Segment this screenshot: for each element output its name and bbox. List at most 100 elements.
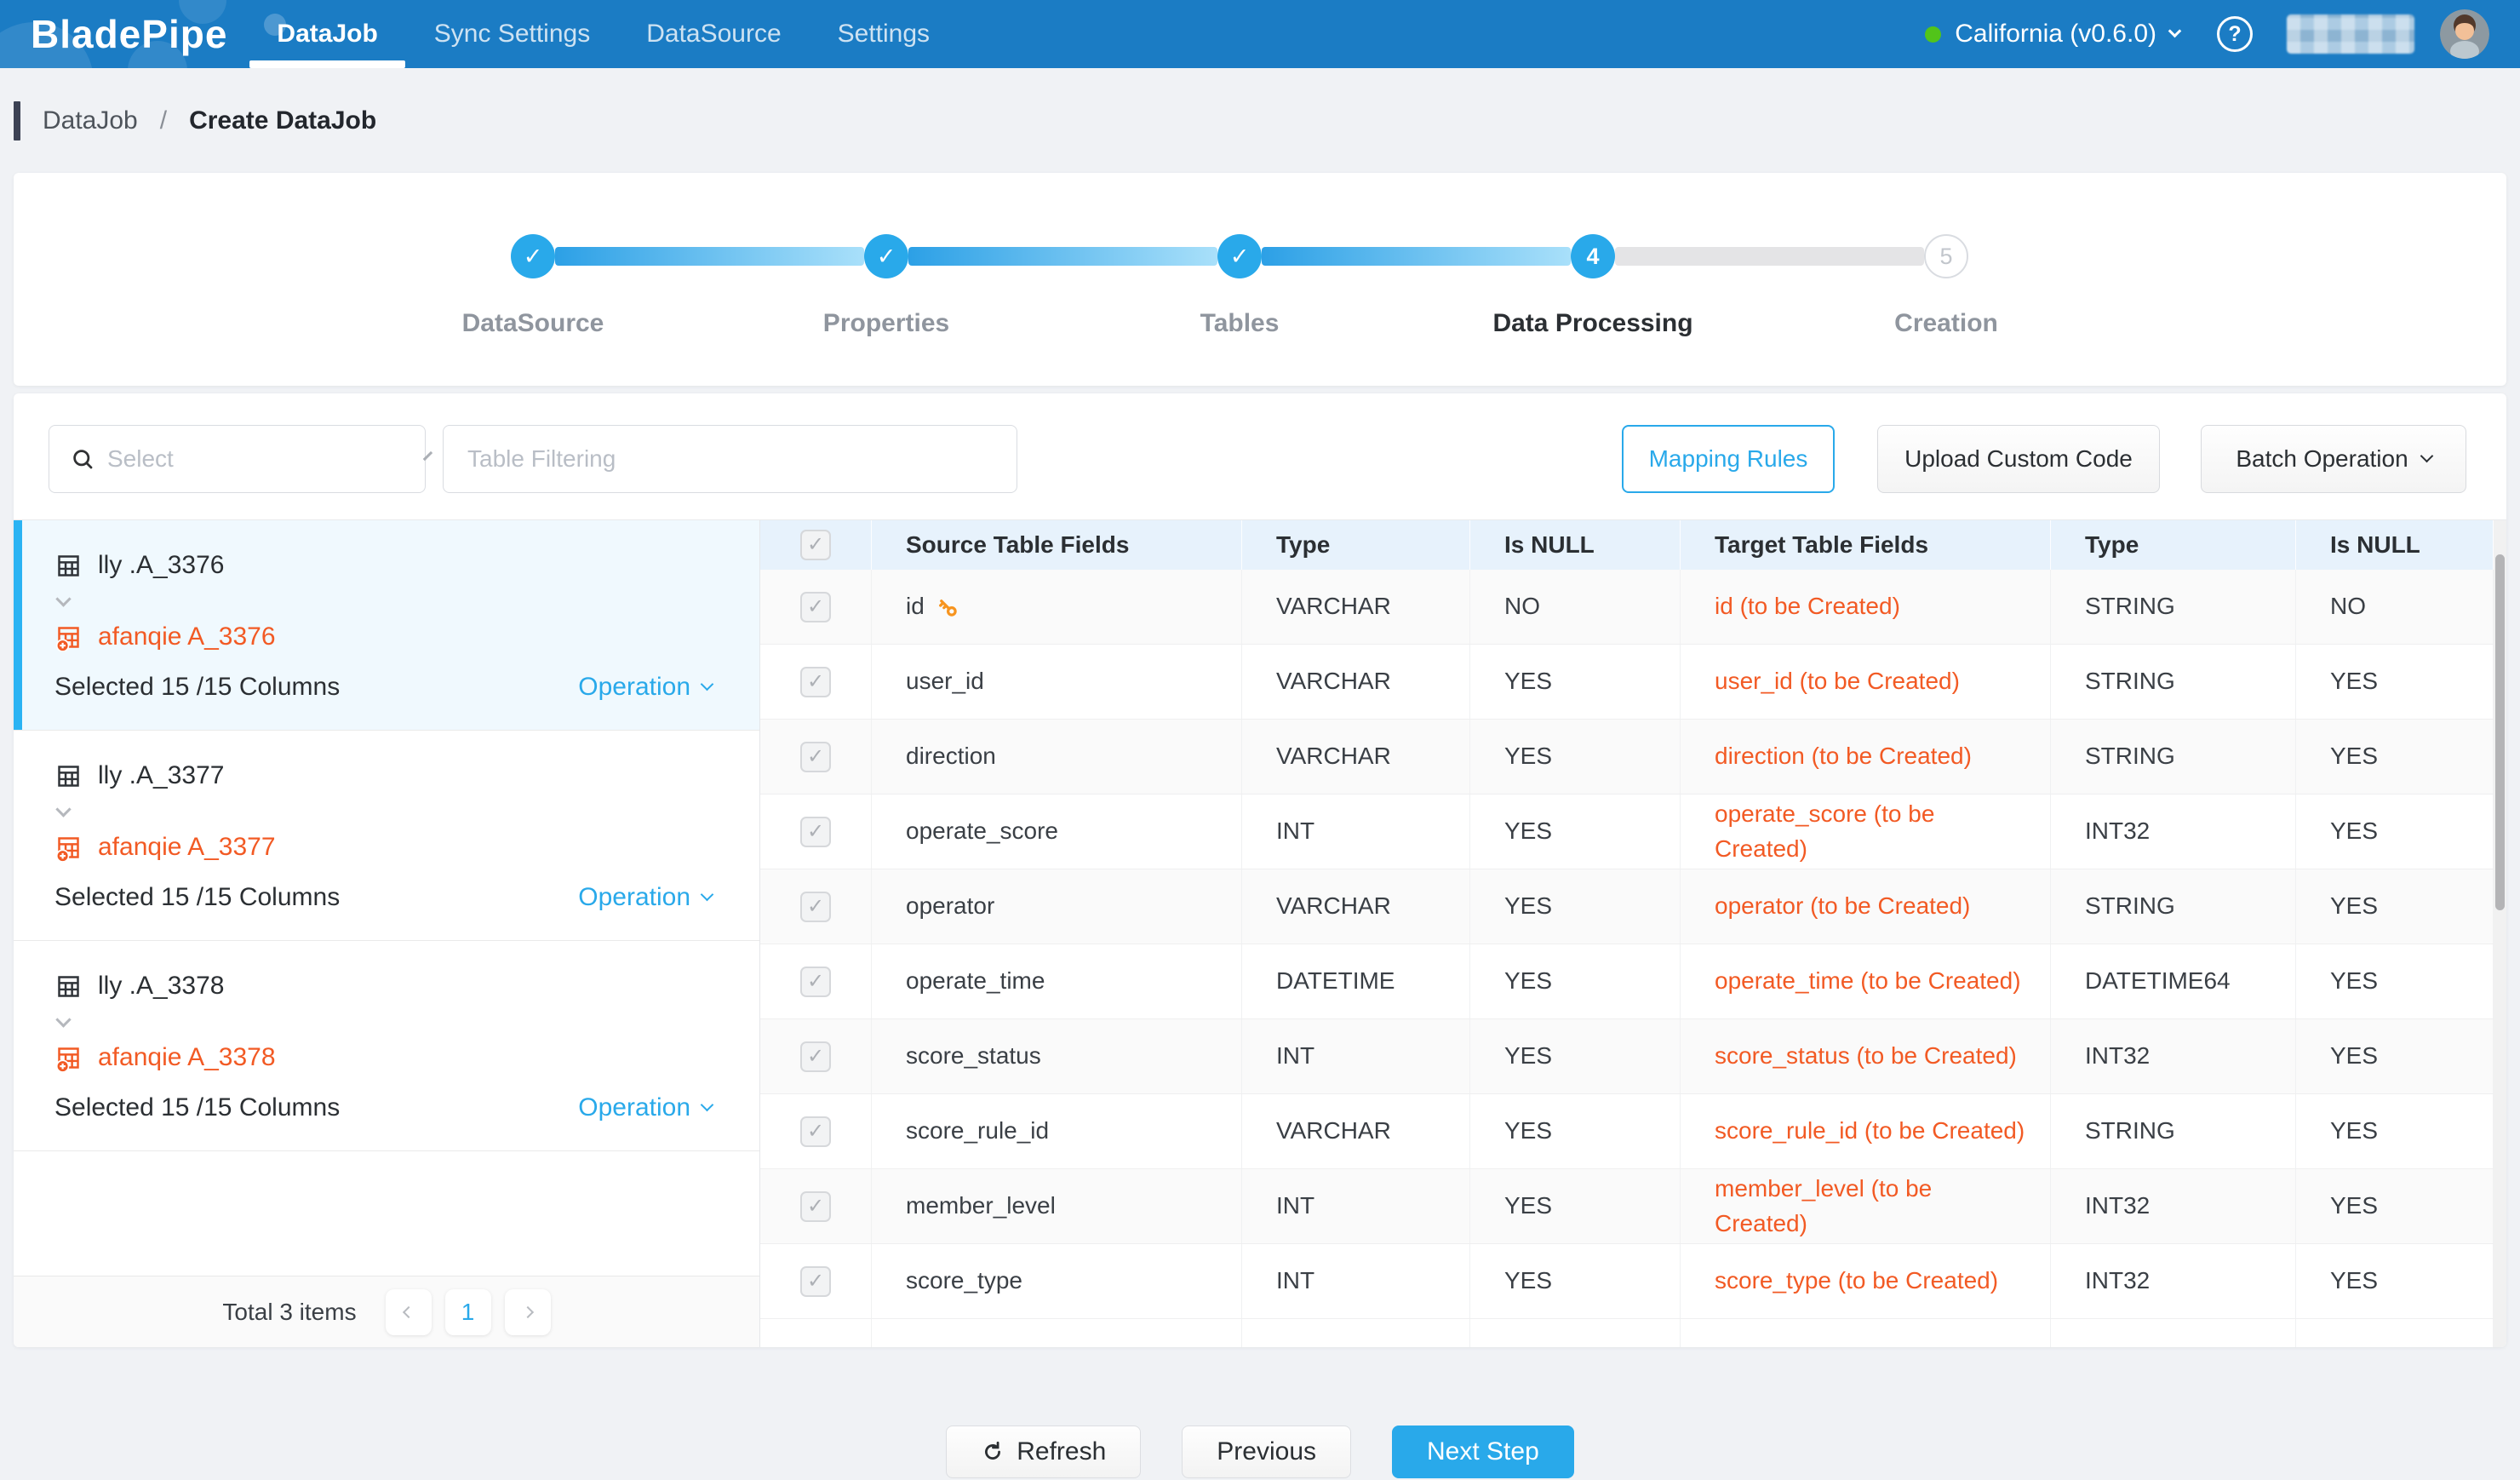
source-field-type: VARCHAR [1276, 889, 1391, 924]
item-footer-row: Selected 15 /15 Columns Operation [54, 670, 712, 704]
chevron-down-icon [55, 801, 71, 817]
item-footer-row: Selected 15 /15 Columns Operation [54, 1091, 712, 1125]
field-table-header: Source Table Fields Type Is NULL Target … [760, 520, 2494, 570]
breadcrumb-parent-link[interactable]: DataJob [43, 106, 138, 135]
chevron-down-icon [701, 678, 714, 691]
source-field-name: id [906, 589, 925, 624]
step-circle: 4 [1571, 234, 1615, 278]
nav-tab[interactable]: DataJob [277, 0, 377, 68]
collapse-chevron-icon[interactable] [58, 594, 712, 612]
avatar[interactable] [2440, 9, 2489, 59]
operation-label: Operation [578, 883, 690, 912]
target-field-type: INT32 [2085, 1189, 2150, 1224]
nav-tab[interactable]: Sync Settings [434, 0, 590, 68]
target-is-null-value: YES [2330, 664, 2378, 699]
navbar-right: California (v0.6.0) ? [1925, 9, 2489, 59]
source-is-null-value: YES [1504, 889, 1552, 924]
target-field-type: INT32 [2085, 1039, 2150, 1074]
source-is-null-value: YES [1504, 964, 1552, 999]
selected-columns-text: Selected 15 /15 Columns [54, 1093, 340, 1122]
next-page-button[interactable] [505, 1289, 551, 1335]
stepper-step: 4 Data Processing [1571, 234, 1924, 278]
source-table-icon [54, 552, 83, 580]
source-field-type: INT [1276, 814, 1314, 849]
source-table-name: lly .A_3378 [98, 972, 224, 1001]
collapse-chevron-icon[interactable] [58, 1014, 712, 1033]
table-pair-item[interactable]: lly .A_3378 afanqie A_3378 Selected 15 /… [14, 941, 759, 1151]
batch-operation-button[interactable]: Batch Operation [2201, 425, 2466, 493]
field-row: user_id VARCHAR YES user_id (to be Creat… [760, 645, 2494, 720]
target-field-name: operate_score (to be Created) [1715, 797, 2030, 866]
target-is-null-value: YES [2330, 739, 2378, 774]
region-label: California (v0.6.0) [1955, 20, 2156, 49]
brand-logo[interactable]: BladePipe [31, 11, 227, 57]
source-field-name: member_level [906, 1189, 1056, 1224]
row-checkbox[interactable] [800, 592, 831, 622]
target-field-name: score_status (to be Created) [1715, 1039, 2017, 1074]
mapping-rules-button[interactable]: Mapping Rules [1622, 425, 1835, 493]
collapse-chevron-icon[interactable] [58, 804, 712, 823]
primary-key-icon [935, 594, 960, 620]
nav-tab[interactable]: DataSource [646, 0, 781, 68]
stepper-card: ✓ DataSource ✓ Properties ✓ [14, 173, 2506, 386]
step-label: Properties [823, 309, 949, 338]
operation-dropdown[interactable]: Operation [578, 673, 712, 702]
clipped-field-row [760, 1319, 2494, 1347]
nav-tab[interactable]: Settings [838, 0, 930, 68]
source-is-null-value: YES [1504, 664, 1552, 699]
row-checkbox[interactable] [800, 967, 831, 997]
row-checkbox[interactable] [800, 1266, 831, 1297]
field-row: score_status INT YES score_status (to be… [760, 1019, 2494, 1094]
col-header-source: Source Table Fields [906, 531, 1129, 559]
select-input[interactable] [107, 445, 415, 473]
row-checkbox[interactable] [800, 1041, 831, 1072]
step-circle: ✓ [1217, 234, 1262, 278]
wizard-stepper: ✓ DataSource ✓ Properties ✓ [511, 234, 1968, 278]
next-step-button[interactable]: Next Step [1392, 1426, 1574, 1478]
help-icon[interactable]: ? [2217, 16, 2253, 52]
target-field-type: STRING [2085, 1114, 2175, 1149]
region-selector[interactable]: California (v0.6.0) [1925, 20, 2179, 49]
row-checkbox[interactable] [800, 742, 831, 772]
target-field-name: score_type (to be Created) [1715, 1264, 1998, 1299]
source-field-type: VARCHAR [1276, 739, 1391, 774]
previous-button[interactable]: Previous [1182, 1426, 1351, 1478]
app-root: BladePipe DataJob Sync Settings DataSour… [0, 0, 2520, 1480]
batch-operation-label: Batch Operation [2236, 445, 2408, 473]
operation-dropdown[interactable]: Operation [578, 883, 712, 912]
refresh-button[interactable]: Refresh [946, 1426, 1141, 1478]
table-pair-item[interactable]: lly .A_3377 afanqie A_3377 Selected 15 /… [14, 731, 759, 941]
upload-custom-code-button[interactable]: Upload Custom Code [1877, 425, 2160, 493]
prev-page-button[interactable] [386, 1289, 432, 1335]
chevron-down-icon [701, 888, 714, 902]
row-checkbox[interactable] [800, 817, 831, 847]
field-mapping-table: Source Table Fields Type Is NULL Target … [760, 520, 2494, 1347]
nav-tab-label: DataSource [646, 20, 781, 49]
target-is-null-value: YES [2330, 1189, 2378, 1224]
page-number-button[interactable]: 1 [445, 1289, 491, 1335]
stepper-step: ✓ Properties [864, 234, 1217, 278]
field-row: operate_score INT YES operate_score (to … [760, 794, 2494, 869]
step-label: Tables [1200, 309, 1280, 338]
row-checkbox[interactable] [800, 667, 831, 697]
breadcrumb-accent-bar [14, 101, 20, 141]
step-circle: 5 [1924, 234, 1968, 278]
target-table-row: afanqie A_3378 [54, 1041, 712, 1074]
select-dropdown[interactable] [49, 425, 426, 493]
chevron-down-icon [55, 1012, 71, 1027]
row-checkbox[interactable] [800, 1116, 831, 1147]
target-is-null-value: YES [2330, 1114, 2378, 1149]
target-field-name: direction (to be Created) [1715, 739, 1972, 774]
table-filtering-input[interactable] [443, 425, 1017, 493]
row-checkbox[interactable] [800, 1191, 831, 1222]
row-checkbox[interactable] [800, 892, 831, 922]
source-table-row: lly .A_3377 [54, 760, 712, 792]
scrollbar-thumb[interactable] [2495, 554, 2505, 910]
operation-dropdown[interactable]: Operation [578, 1093, 712, 1122]
select-all-checkbox[interactable] [800, 530, 831, 560]
source-table-row: lly .A_3376 [54, 549, 712, 582]
chevron-down-icon [2420, 450, 2433, 463]
table-pair-item[interactable]: lly .A_3376 afanqie A_3376 Selected 15 /… [14, 520, 759, 731]
user-name-redacted[interactable] [2287, 14, 2414, 54]
table-scrollbar [2494, 520, 2506, 1347]
